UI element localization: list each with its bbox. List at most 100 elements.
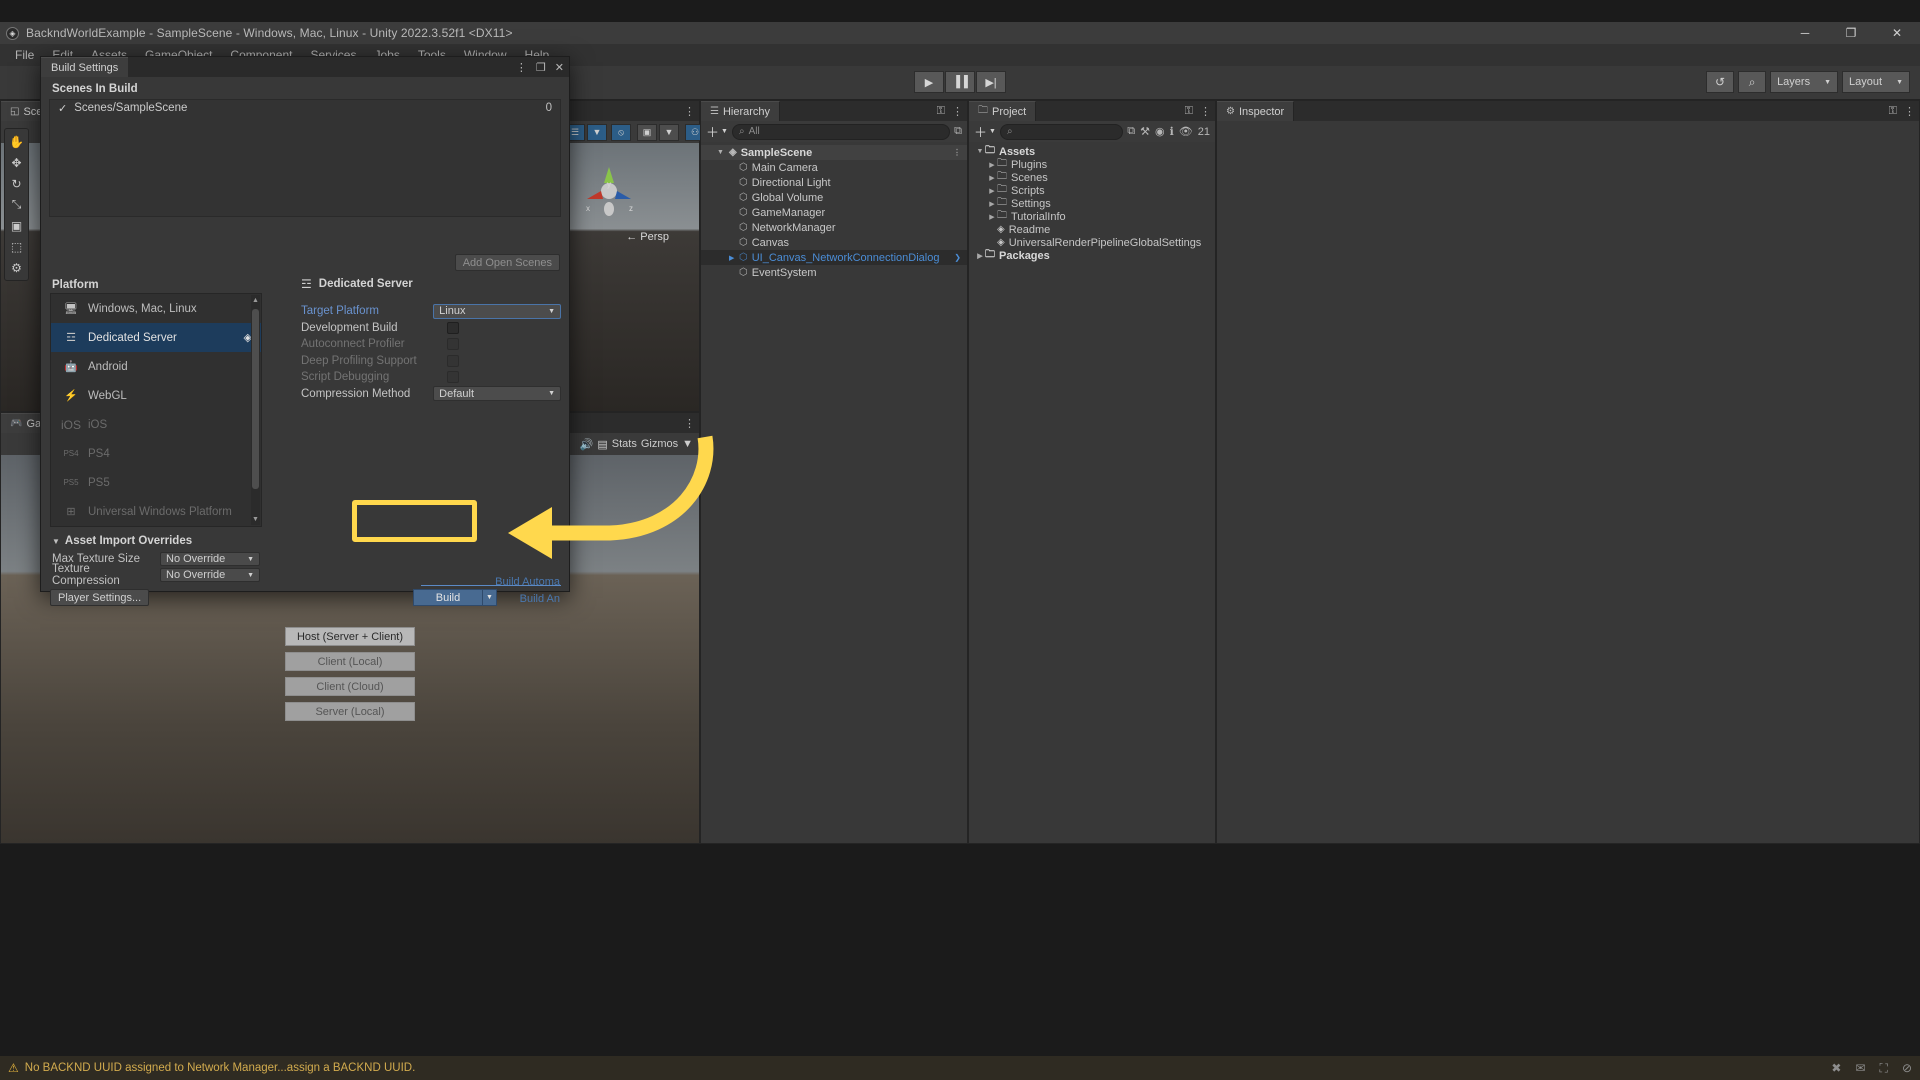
scroll-down-icon[interactable]: ▼ [252, 516, 259, 523]
scene-orientation-gizmo[interactable]: y x z [579, 161, 639, 221]
move-tool-button[interactable]: ✥ [5, 152, 28, 173]
platform-item-dedicated-server[interactable]: ☲ Dedicated Server ◈ [51, 323, 261, 352]
expand-icon[interactable]: ⛶ [1880, 1061, 1888, 1076]
twirl-down-icon[interactable]: ▼ [52, 537, 60, 546]
compression-method-dropdown[interactable]: Default ▼ [433, 386, 561, 402]
build-dropdown-caret-icon[interactable]: ▼ [483, 589, 497, 606]
platform-item-ps5[interactable]: PS5 PS5 [51, 468, 261, 497]
twirl-down-icon[interactable]: ▼ [975, 148, 985, 155]
project-menu-icon[interactable]: ⋮ [1200, 105, 1211, 118]
hierarchy-search-input[interactable]: ⌕ All [731, 123, 951, 140]
checkmark-icon[interactable]: ✓ [58, 102, 67, 115]
twirl-right-icon[interactable]: ▶ [975, 252, 985, 260]
project-item-readme[interactable]: ◈ Readme [969, 223, 1215, 236]
hierarchy-item-canvas[interactable]: ⬡ Canvas [701, 235, 967, 250]
hierarchy-root-samplescene[interactable]: ▼ ◈ SampleScene ⋮ [701, 145, 967, 160]
custom-tool-button[interactable]: ⚙ [5, 257, 28, 278]
hierarchy-item-arrow-icon[interactable]: ❯ [954, 253, 961, 262]
twirl-down-icon[interactable]: ▼ [717, 149, 724, 156]
scroll-up-icon[interactable]: ▲ [252, 297, 259, 304]
platform-item-webgl[interactable]: ⚡ WebGL [51, 381, 261, 410]
favorite-icon[interactable]: ◉ [1155, 125, 1165, 138]
platform-item-ps4[interactable]: PS4 PS4 [51, 439, 261, 468]
platform-item-ios[interactable]: iOS iOS [51, 410, 261, 439]
hierarchy-item-eventsystem[interactable]: ⬡ EventSystem [701, 265, 967, 280]
hand-tool-button[interactable]: ✋ [5, 131, 28, 152]
scene-perspective-label[interactable]: ← Persp [626, 231, 669, 243]
scene-visibility-icon[interactable]: ⦸ [611, 123, 631, 141]
twirl-right-icon[interactable]: ▶ [729, 254, 734, 262]
platform-list-scrollbar[interactable]: ▲ ▼ [251, 295, 260, 525]
add-open-scenes-button[interactable]: Add Open Scenes [454, 254, 560, 271]
aspect-ratio-icon[interactable]: ▤ [597, 438, 607, 451]
tab-hierarchy[interactable]: ☰ Hierarchy [701, 101, 781, 121]
rect-tool-button[interactable]: ▣ [5, 215, 28, 236]
client-local-button[interactable]: Client (Local) [285, 652, 415, 671]
host-server-client-button[interactable]: Host (Server + Client) [285, 627, 415, 646]
lock-icon[interactable]: ⚿ [1185, 105, 1193, 118]
platform-item-universal-windows-platform[interactable]: ⊞ Universal Windows Platform [51, 497, 261, 526]
tab-project[interactable]: 🗀 Project [969, 101, 1037, 121]
mute-audio-icon[interactable]: 🔊 [580, 438, 594, 451]
status-bar[interactable]: ⚠ No BACKND UUID assigned to Network Man… [0, 1056, 1920, 1080]
maximize-button[interactable]: ❐ [1828, 22, 1874, 44]
platform-item-android[interactable]: 🤖 Android [51, 352, 261, 381]
hierarchy-item-gamemanager[interactable]: ⬡ GameManager [701, 205, 967, 220]
stats-button[interactable]: Stats [612, 438, 637, 450]
scene-menu-icon[interactable]: ⋮ [684, 105, 695, 118]
mute-icon[interactable]: ✖ [1831, 1061, 1841, 1076]
hierarchy-root-menu-icon[interactable]: ⋮ [953, 148, 961, 157]
project-search-input[interactable]: ⌕ [999, 123, 1124, 140]
step-button[interactable]: ▶| [976, 71, 1006, 93]
build-settings-maximize-icon[interactable]: ❐ [536, 61, 546, 74]
info-icon[interactable]: ℹ [1170, 125, 1174, 138]
target-platform-dropdown[interactable]: Linux ▼ [433, 303, 561, 319]
hierarchy-item-networkmanager[interactable]: ⬡ NetworkManager [701, 220, 967, 235]
hierarchy-item-global-volume[interactable]: ⬡ Global Volume [701, 190, 967, 205]
layers-dropdown[interactable]: Layers ▼ [1770, 71, 1839, 93]
tools-icon[interactable]: ⚒ [1140, 125, 1150, 138]
hierarchy-menu-icon[interactable]: ⋮ [952, 105, 963, 118]
build-button[interactable]: Build [413, 589, 483, 606]
client-cloud-button[interactable]: Client (Cloud) [285, 677, 415, 696]
add-gameobject-button[interactable]: ＋ ▼ [706, 122, 728, 141]
server-local-button[interactable]: Server (Local) [285, 702, 415, 721]
transform-tool-button[interactable]: ⬚ [5, 236, 28, 257]
pause-button[interactable]: ▐▐ [945, 71, 975, 93]
rotate-tool-button[interactable]: ↻ [5, 173, 28, 194]
project-item-packages[interactable]: ▶ 🗀 Packages [969, 249, 1215, 262]
inspector-menu-icon[interactable]: ⋮ [1904, 105, 1915, 118]
asset-import-overrides-header[interactable]: ▼ Asset Import Overrides [52, 535, 192, 547]
scene-list-item[interactable]: ✓ Scenes/SampleScene 0 [50, 100, 560, 116]
search-icon[interactable]: ⌕ [1738, 71, 1767, 93]
play-button[interactable]: ▶ [914, 71, 944, 93]
hierarchy-item-ui-canvas-networkconnectiondialog[interactable]: ▶ ⬡ UI_Canvas_NetworkConnectionDialog ❯ [701, 250, 967, 265]
history-icon[interactable]: ↺ [1706, 71, 1735, 93]
project-item-tutorialinfo[interactable]: ▶ 🗀 TutorialInfo [969, 210, 1215, 223]
tab-inspector[interactable]: ⚙ Inspector [1217, 101, 1295, 121]
hierarchy-item-directional-light[interactable]: ⬡ Directional Light [701, 175, 967, 190]
build-settings-menu-icon[interactable]: ⋮ [516, 61, 527, 74]
platform-item-windows-mac-linux[interactable]: 🖥 Windows, Mac, Linux [51, 294, 261, 323]
scene-camera-icon[interactable]: ▣ [637, 123, 657, 141]
menu-item-file[interactable]: File [6, 44, 43, 66]
build-settings-close-icon[interactable]: ✕ [555, 61, 564, 74]
game-menu-icon[interactable]: ⋮ [684, 417, 695, 430]
lock-icon[interactable]: ⚿ [1889, 105, 1897, 118]
layout-dropdown[interactable]: Layout ▼ [1842, 71, 1910, 93]
twirl-right-icon[interactable]: ▶ [987, 213, 997, 221]
twirl-right-icon[interactable]: ▶ [987, 187, 997, 195]
gizmos-button[interactable]: Gizmos [641, 438, 678, 450]
max-texture-size-dropdown[interactable]: No Override ▼ [160, 552, 260, 566]
hierarchy-item-main-camera[interactable]: ⬡ Main Camera [701, 160, 967, 175]
scene-camera-caret[interactable]: ▼ [659, 123, 679, 141]
twirl-right-icon[interactable]: ▶ [987, 174, 997, 182]
disabled-icon[interactable]: ⊘ [1902, 1061, 1912, 1076]
scale-tool-button[interactable]: ⤡ [5, 194, 28, 215]
notification-icon[interactable]: ✉ [1855, 1061, 1865, 1076]
project-item-urp-global-settings[interactable]: ◈ UniversalRenderPipelineGlobalSettings [969, 236, 1215, 249]
build-and-run-label[interactable]: Build An [520, 593, 560, 605]
twirl-right-icon[interactable]: ▶ [987, 200, 997, 208]
close-button[interactable]: ✕ [1874, 22, 1920, 44]
build-automation-label[interactable]: Build Automa [495, 576, 560, 588]
